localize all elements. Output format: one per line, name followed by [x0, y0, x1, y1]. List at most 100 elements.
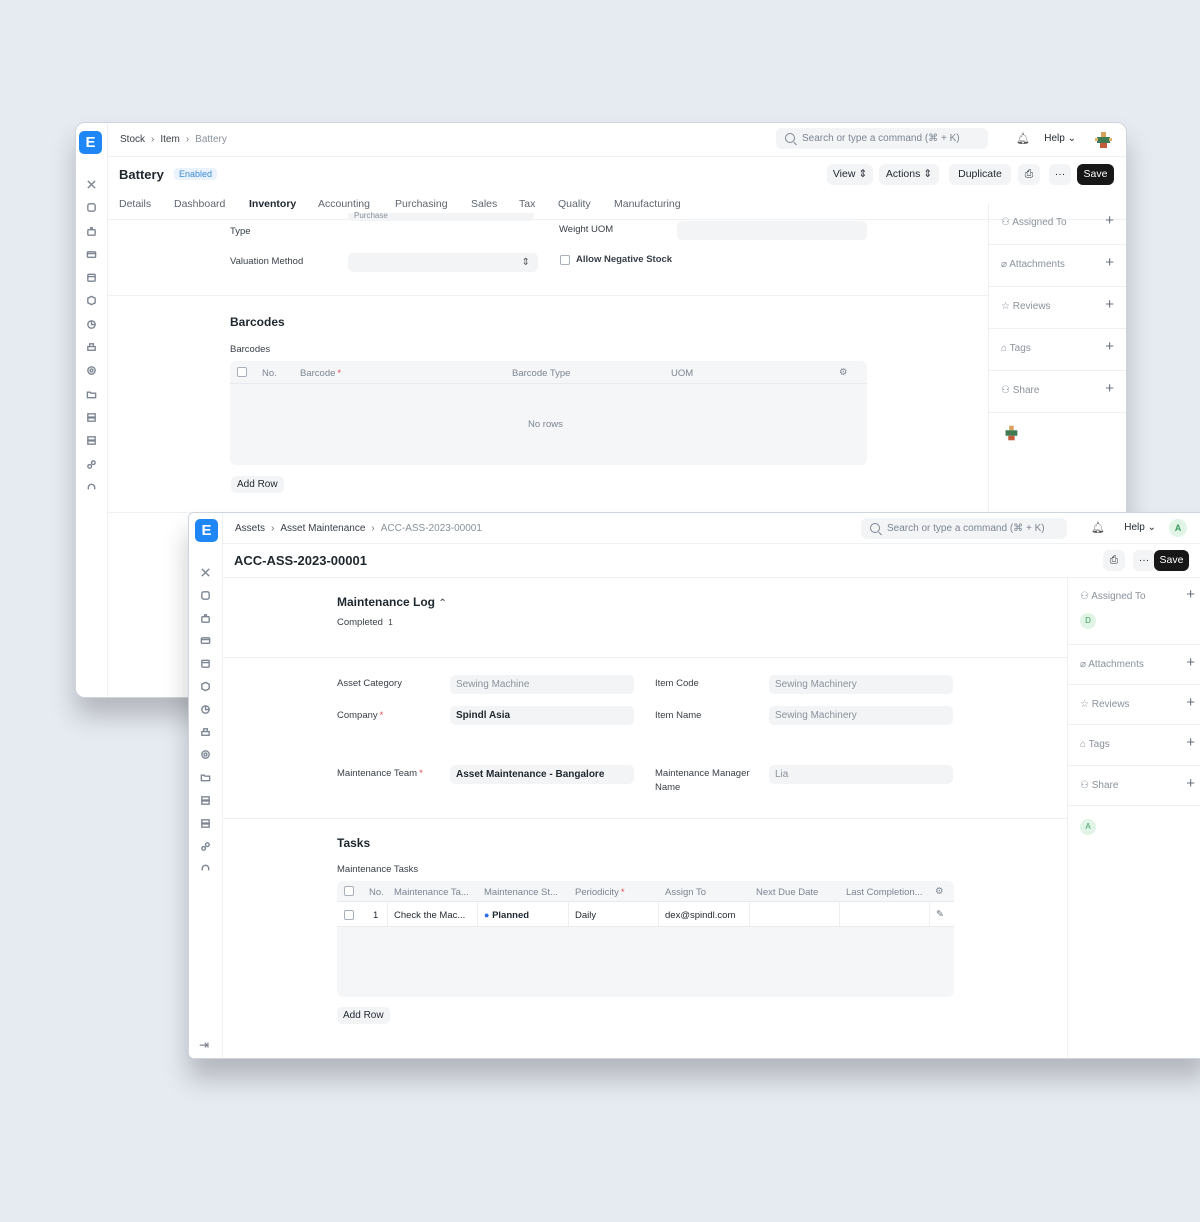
- share-item[interactable]: ⚇ Share +: [989, 371, 1126, 413]
- row-checkbox[interactable]: [344, 910, 354, 920]
- plus-icon[interactable]: +: [1105, 338, 1114, 355]
- headset-icon[interactable]: [198, 861, 213, 876]
- tools-icon[interactable]: [84, 177, 99, 192]
- print-icon[interactable]: ⎙: [1103, 550, 1125, 571]
- cube-icon[interactable]: [198, 679, 213, 694]
- weight-uom-input[interactable]: [677, 221, 867, 240]
- tab-quality[interactable]: Quality: [558, 198, 591, 210]
- item-code-field[interactable]: Sewing Machinery: [769, 675, 953, 694]
- search-input[interactable]: Search or type a command (⌘ + K): [776, 128, 988, 149]
- add-row-button[interactable]: Add Row: [231, 476, 284, 493]
- breadcrumb-item[interactable]: Item: [160, 134, 179, 145]
- save-button[interactable]: Save: [1077, 164, 1114, 185]
- target-icon[interactable]: [84, 363, 99, 378]
- printer-icon[interactable]: [84, 340, 99, 355]
- status-cell[interactable]: ● Planned: [484, 910, 529, 921]
- breadcrumb-stock[interactable]: Stock: [120, 134, 145, 145]
- tags-item[interactable]: ⌂ Tags +: [1068, 725, 1200, 766]
- periodicity-cell[interactable]: Daily: [575, 910, 596, 921]
- notification-bell-icon[interactable]: 🔔︎: [1016, 132, 1030, 145]
- plus-icon[interactable]: +: [1186, 734, 1195, 751]
- plus-icon[interactable]: +: [1186, 694, 1195, 711]
- app-logo[interactable]: E: [79, 131, 102, 154]
- server-icon[interactable]: [84, 410, 99, 425]
- calendar-icon[interactable]: [198, 656, 213, 671]
- calendar-icon[interactable]: [84, 270, 99, 285]
- link-icon[interactable]: [198, 839, 213, 854]
- card-icon[interactable]: [198, 633, 213, 648]
- settings-gear-icon[interactable]: ⚙: [935, 886, 944, 897]
- notification-bell-icon[interactable]: 🔔︎: [1091, 521, 1105, 534]
- print-icon[interactable]: ⎙: [1018, 164, 1040, 185]
- item-name-field[interactable]: Sewing Machinery: [769, 706, 953, 725]
- view-button[interactable]: View ⇕: [827, 164, 873, 185]
- valuation-method-select[interactable]: ⇕: [348, 253, 538, 272]
- folder-icon[interactable]: [198, 770, 213, 785]
- card-icon[interactable]: [84, 247, 99, 262]
- tags-item[interactable]: ⌂ Tags +: [989, 329, 1126, 371]
- maintenance-team-field[interactable]: Asset Maintenance - Bangalore: [450, 765, 634, 784]
- tab-tax[interactable]: Tax: [519, 198, 535, 210]
- stack-icon[interactable]: [84, 433, 99, 448]
- briefcase-icon[interactable]: [84, 224, 99, 239]
- tools-icon[interactable]: [198, 565, 213, 580]
- add-row-button[interactable]: Add Row: [337, 1007, 390, 1024]
- settings-gear-icon[interactable]: ⚙: [839, 367, 848, 378]
- database-icon[interactable]: [198, 588, 213, 603]
- printer-icon[interactable]: [198, 725, 213, 740]
- attachments-item[interactable]: ⌀ Attachments +: [1068, 645, 1200, 685]
- select-all-checkbox[interactable]: [237, 367, 247, 377]
- plus-icon[interactable]: +: [1105, 254, 1114, 271]
- breadcrumb-asset-maintenance[interactable]: Asset Maintenance: [280, 523, 365, 534]
- assigned-to-item[interactable]: ⚇ Assigned To +: [989, 203, 1126, 245]
- breadcrumb-assets[interactable]: Assets: [235, 523, 265, 534]
- plus-icon[interactable]: +: [1186, 775, 1195, 792]
- shared-user-avatar[interactable]: A: [1080, 819, 1096, 835]
- folder-icon[interactable]: [84, 387, 99, 402]
- more-options-icon[interactable]: ···: [1133, 550, 1155, 571]
- tab-sales[interactable]: Sales: [471, 198, 497, 210]
- reviews-item[interactable]: ☆ Reviews +: [989, 287, 1126, 329]
- stack-icon[interactable]: [198, 816, 213, 831]
- cube-icon[interactable]: [84, 293, 99, 308]
- database-icon[interactable]: [84, 200, 99, 215]
- plus-icon[interactable]: +: [1105, 296, 1114, 313]
- tab-details[interactable]: Details: [119, 198, 151, 210]
- help-menu[interactable]: Help ⌄: [1124, 522, 1156, 533]
- more-options-icon[interactable]: ···: [1049, 164, 1071, 185]
- reviews-item[interactable]: ☆ Reviews +: [1068, 685, 1200, 725]
- target-icon[interactable]: [198, 747, 213, 762]
- briefcase-icon[interactable]: [198, 611, 213, 626]
- duplicate-button[interactable]: Duplicate: [949, 164, 1011, 185]
- save-button[interactable]: Save: [1154, 550, 1189, 571]
- search-input[interactable]: Search or type a command (⌘ + K): [861, 518, 1067, 539]
- allow-negative-stock-checkbox[interactable]: [560, 255, 570, 265]
- tab-manufacturing[interactable]: Manufacturing: [614, 198, 681, 210]
- edit-pencil-icon[interactable]: ✎: [936, 909, 944, 920]
- tab-accounting[interactable]: Accounting: [318, 198, 370, 210]
- table-row[interactable]: 1 Check the Mac... ● Planned Daily dex@s…: [337, 901, 954, 927]
- user-avatar[interactable]: [1092, 129, 1114, 151]
- collapse-sidebar-icon[interactable]: ⇥: [199, 1038, 209, 1052]
- tab-inventory[interactable]: Inventory: [249, 198, 296, 210]
- attachments-item[interactable]: ⌀ Attachments +: [989, 245, 1126, 287]
- maintenance-log-title[interactable]: Maintenance Log ⌃: [337, 595, 447, 609]
- maintenance-manager-field[interactable]: Lia: [769, 765, 953, 784]
- company-field[interactable]: Spindl Asia: [450, 706, 634, 725]
- chart-icon[interactable]: [84, 317, 99, 332]
- select-all-checkbox[interactable]: [344, 886, 354, 896]
- plus-icon[interactable]: +: [1186, 654, 1195, 671]
- assign-to-cell[interactable]: dex@spindl.com: [665, 910, 735, 921]
- link-icon[interactable]: [84, 457, 99, 472]
- server-icon[interactable]: [198, 793, 213, 808]
- plus-icon[interactable]: +: [1105, 212, 1114, 229]
- tab-purchasing[interactable]: Purchasing: [395, 198, 448, 210]
- share-item[interactable]: ⚇ Share +: [1068, 766, 1200, 806]
- assignee-avatar[interactable]: D: [1080, 613, 1096, 629]
- cut-off-field[interactable]: Purchase: [348, 212, 534, 221]
- asset-category-field[interactable]: Sewing Machine: [450, 675, 634, 694]
- help-menu[interactable]: Help ⌄: [1044, 133, 1076, 144]
- task-cell[interactable]: Check the Mac...: [394, 910, 465, 921]
- app-logo[interactable]: E: [195, 519, 218, 542]
- headset-icon[interactable]: [84, 480, 99, 495]
